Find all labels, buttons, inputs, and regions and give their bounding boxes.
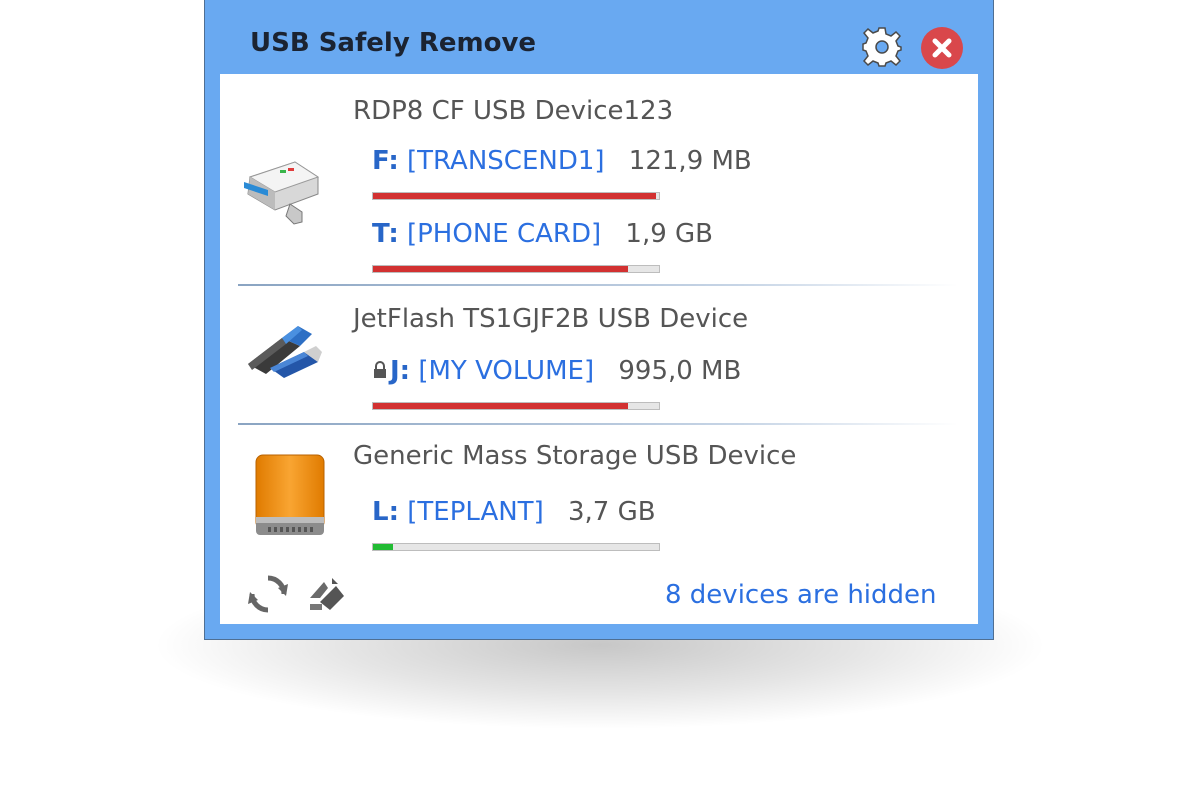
volume-label[interactable]: [MY VOLUME]	[418, 356, 594, 386]
device-item: JetFlash TS1GJF2B USB Device J: [MY VOLU…	[220, 286, 978, 422]
volume-entry[interactable]: F: [TRANSCEND1] 121,9 MB	[372, 146, 872, 200]
device-name: RDP8 CF USB Device123	[353, 96, 674, 126]
volume-entry[interactable]: L: [TEPLANT] 3,7 GB	[372, 497, 872, 551]
volume-link[interactable]: F: [TRANSCEND1] 121,9 MB	[372, 146, 752, 176]
device-name: Generic Mass Storage USB Device	[353, 441, 797, 471]
hidden-devices-link[interactable]: 8 devices are hidden	[665, 580, 937, 610]
drive-letter: J:	[390, 356, 411, 386]
volume-label[interactable]: [PHONE CARD]	[407, 219, 601, 249]
volume-entry[interactable]: T: [PHONE CARD] 1,9 GB	[372, 219, 872, 273]
usage-bar	[372, 402, 660, 410]
volume-size: 995,0 MB	[618, 356, 742, 386]
usage-bar-fill	[373, 193, 657, 199]
device-list-panel: RDP8 CF USB Device123 F: [TRANSCEND1] 12…	[220, 74, 978, 624]
volume-size: 121,9 MB	[628, 146, 752, 176]
drive-letter: L:	[372, 497, 399, 527]
volume-link[interactable]: T: [PHONE CARD] 1,9 GB	[372, 219, 713, 249]
card-reader-icon[interactable]	[240, 152, 320, 231]
usage-bar	[372, 543, 660, 551]
usage-bar	[372, 265, 660, 273]
gear-icon[interactable]	[860, 25, 904, 69]
usage-bar-fill	[373, 403, 628, 409]
usage-bar-fill	[373, 544, 394, 550]
volume-label[interactable]: [TEPLANT]	[407, 497, 543, 527]
close-button[interactable]	[921, 27, 963, 69]
refresh-icon[interactable]	[248, 574, 288, 618]
usb-flash-drive-icon[interactable]	[242, 316, 322, 390]
device-item: RDP8 CF USB Device123 F: [TRANSCEND1] 12…	[220, 74, 978, 284]
usage-bar	[372, 192, 660, 200]
volume-link[interactable]: L: [TEPLANT] 3,7 GB	[372, 497, 656, 527]
volume-size: 1,9 GB	[625, 219, 714, 249]
eject-all-icon[interactable]	[306, 574, 346, 618]
title-bar: USB Safely Remove	[205, 0, 993, 74]
device-name: JetFlash TS1GJF2B USB Device	[353, 304, 749, 334]
usage-bar-fill	[373, 266, 628, 272]
volume-entry[interactable]: J: [MY VOLUME] 995,0 MB	[372, 356, 872, 410]
drive-letter: F:	[372, 146, 399, 176]
device-item: Generic Mass Storage USB Device L: [TEPL…	[220, 425, 978, 565]
volume-label[interactable]: [TRANSCEND1]	[407, 146, 605, 176]
close-icon	[932, 38, 952, 58]
drive-letter: T:	[372, 219, 399, 249]
window-title: USB Safely Remove	[250, 28, 537, 58]
external-hard-drive-icon[interactable]	[250, 451, 330, 545]
usb-safely-remove-window: USB Safely Remove RDP8 CF USB Device123 …	[204, 0, 994, 640]
volume-size: 3,7 GB	[567, 497, 656, 527]
lock-icon	[372, 357, 388, 387]
volume-link[interactable]: J: [MY VOLUME] 995,0 MB	[372, 356, 741, 387]
